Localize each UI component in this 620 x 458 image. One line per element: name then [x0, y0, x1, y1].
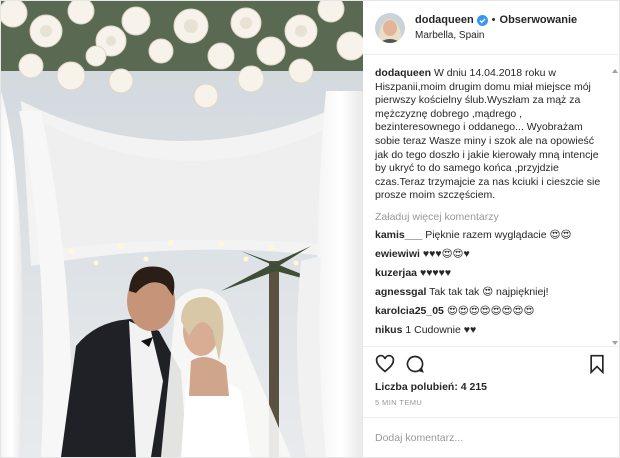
list-item: karolcia25_05 😍😍😍😍😍😍😍😍: [375, 305, 607, 318]
add-comment-field[interactable]: Dodaj komentarz...: [363, 417, 619, 457]
comment-list: kamis___ Pięknie razem wyglądacie 😍😍 ewi…: [375, 229, 607, 337]
post-photo[interactable]: [1, 1, 363, 457]
comments-scrollbar[interactable]: [612, 69, 618, 345]
list-item: kamis___ Pięknie razem wyglądacie 😍😍: [375, 229, 607, 242]
action-bar: [363, 347, 619, 381]
heart-icon[interactable]: [373, 352, 397, 376]
likes-count[interactable]: Liczba polubień: 4 215: [363, 381, 619, 393]
caption-username[interactable]: dodaqueen: [375, 67, 431, 79]
comment-text: 1 Cudownie ♥♥: [405, 323, 477, 336]
comment-text: Tak tak tak 😍 najpiękniej!: [429, 285, 549, 298]
following-button[interactable]: Obserwowanie: [500, 13, 578, 28]
comment-username[interactable]: kuzerjaa: [375, 267, 417, 279]
wedding-photo-illustration: [1, 1, 363, 457]
post-caption: dodaqueen W dniu 14.04.2018 roku w Hiszp…: [375, 67, 607, 203]
list-item: kuzerjaa ♥♥♥♥♥: [375, 267, 607, 280]
scroll-down-arrow-icon[interactable]: [612, 341, 618, 345]
post-header: dodaqueen • Obserwowanie Marbella, Spain: [363, 1, 619, 55]
comment-username[interactable]: nikus: [375, 324, 402, 336]
comment-text: 😍😍😍😍😍😍😍😍: [446, 304, 535, 317]
list-item: agnessgal Tak tak tak 😍 najpiękniej!: [375, 286, 607, 299]
location-link[interactable]: Marbella, Spain: [415, 28, 577, 43]
post-username[interactable]: dodaqueen: [415, 13, 474, 28]
avatar[interactable]: [375, 12, 405, 43]
post-side-panel: dodaqueen • Obserwowanie Marbella, Spain…: [363, 1, 619, 457]
comment-username[interactable]: agnessgal: [375, 286, 426, 298]
comment-username[interactable]: ewiewiwi: [375, 248, 420, 260]
comment-text: Pięknie razem wyglądacie 😍😍: [425, 228, 572, 241]
comment-text: ♥♥♥😍😍♥: [422, 247, 470, 260]
instagram-post: dodaqueen • Obserwowanie Marbella, Spain…: [0, 0, 620, 458]
list-item: nikus 1 Cudownie ♥♥: [375, 324, 607, 337]
comment-username[interactable]: karolcia25_05: [375, 305, 444, 317]
comment-text: ♥♥♥♥♥: [419, 266, 452, 279]
scroll-up-arrow-icon[interactable]: [612, 69, 618, 73]
post-timestamp[interactable]: 5 MIN TEMU: [363, 393, 619, 417]
caption-text: W dniu 14.04.2018 roku w Hiszpanii,moim …: [375, 67, 601, 202]
list-item: ewiewiwi ♥♥♥😍😍♥: [375, 248, 607, 261]
comments-section: dodaqueen W dniu 14.04.2018 roku w Hiszp…: [363, 55, 619, 347]
separator-dot: •: [491, 13, 496, 26]
load-more-comments[interactable]: Załaduj więcej komentarzy: [375, 211, 607, 223]
verified-badge-icon: [476, 14, 488, 26]
bookmark-icon[interactable]: [585, 352, 609, 376]
comment-icon[interactable]: [403, 352, 427, 376]
comment-username[interactable]: kamis___: [375, 229, 422, 241]
